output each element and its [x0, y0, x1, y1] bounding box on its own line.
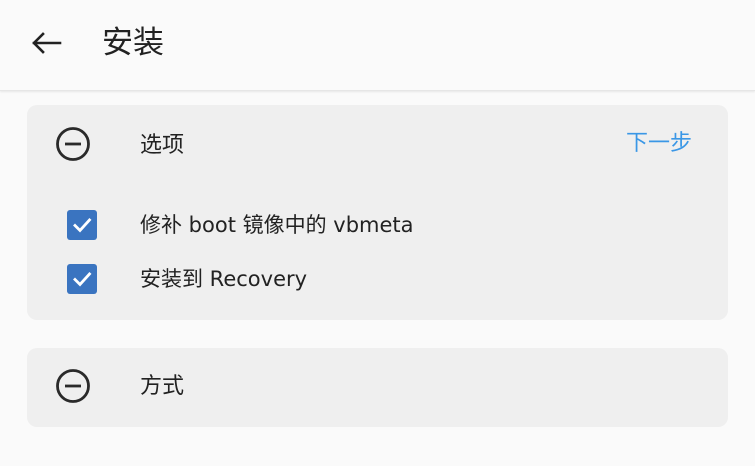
- check-icon: [73, 272, 92, 287]
- option-install-recovery[interactable]: 安装到 Recovery: [67, 261, 687, 297]
- method-title: 方式: [140, 374, 185, 399]
- options-card: 选项 下一步 修补 boot 镜像中的 vbmeta 安装到 Recovery: [27, 105, 728, 320]
- method-card: 方式: [27, 348, 728, 427]
- checkbox-checked[interactable]: [67, 264, 97, 294]
- top-app-bar: 安装: [0, 0, 755, 91]
- page-title: 安装: [102, 25, 164, 61]
- option-patch-vbmeta[interactable]: 修补 boot 镜像中的 vbmeta: [67, 207, 687, 243]
- next-step-button[interactable]: 下一步: [626, 129, 692, 159]
- collapse-button[interactable]: [53, 126, 93, 166]
- options-title: 选项: [140, 133, 185, 158]
- back-button[interactable]: [18, 23, 74, 67]
- minus-circle-icon: [54, 125, 92, 167]
- arrow-left-icon: [30, 31, 62, 59]
- option-label: 修补 boot 镜像中的 vbmeta: [140, 213, 414, 237]
- collapse-button[interactable]: [53, 368, 93, 408]
- minus-circle-icon: [54, 367, 92, 409]
- checkbox-checked[interactable]: [67, 210, 97, 240]
- check-icon: [73, 218, 92, 233]
- option-label: 安装到 Recovery: [140, 267, 308, 291]
